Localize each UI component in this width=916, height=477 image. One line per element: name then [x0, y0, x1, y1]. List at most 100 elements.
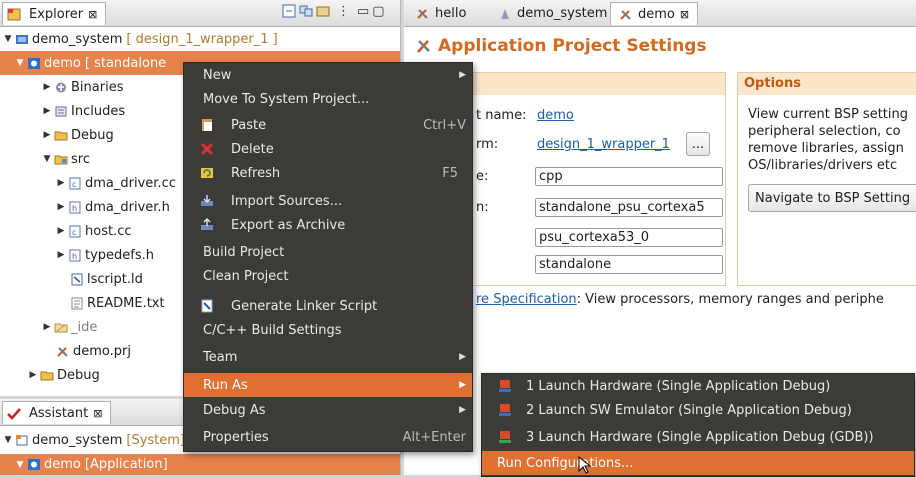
folder-icon — [40, 371, 54, 380]
tab-hello[interactable]: hello — [408, 2, 474, 24]
svg-text:h: h — [72, 204, 77, 213]
launch-hardware-icon — [499, 380, 511, 392]
tree-item-suffix: [Application] — [84, 457, 168, 472]
tab-demo-system[interactable]: demo_system — [490, 2, 615, 24]
minimize-icon[interactable]: ▭ — [357, 4, 369, 19]
menu-item-export-archive[interactable]: Export as Archive — [184, 213, 472, 237]
filter-icon[interactable] — [316, 4, 330, 18]
linker-icon — [201, 299, 213, 313]
options-text-line: View current BSP setting — [748, 107, 908, 122]
menu-item-properties[interactable]: Properties Alt+Enter — [184, 425, 472, 449]
submenu-item-label: 2 Launch SW Emulator (Single Application… — [526, 402, 852, 418]
menu-item-move-to-system-project[interactable]: Move To System Project... — [184, 87, 472, 111]
close-icon[interactable]: ⊠ — [680, 8, 689, 21]
menu-item-shortcut: Alt+Enter — [402, 429, 466, 445]
tree-item-suffix: [ standalone — [84, 55, 167, 71]
cpp-file-icon: c — [69, 177, 81, 189]
menu-item-clean-project[interactable]: Clean Project — [184, 264, 472, 288]
processor-field[interactable]: psu_cortexa53_0 — [535, 228, 723, 247]
hardware-spec-link[interactable]: re Specification — [476, 292, 577, 307]
chevron-down-icon[interactable]: ▼ — [3, 435, 13, 445]
menu-item-build-settings[interactable]: C/C++ Build Settings — [184, 318, 472, 342]
chevron-right-icon[interactable]: ▶ — [56, 178, 66, 188]
project-name-link[interactable]: demo — [537, 108, 574, 123]
submenu-item-run-configurations[interactable]: Run Configurations... — [482, 451, 914, 475]
view-menu-icon[interactable]: ⋮ — [337, 4, 350, 19]
tree-item-label: demo — [44, 457, 81, 472]
collapse-all-icon[interactable] — [282, 4, 296, 18]
menu-item-import-sources[interactable]: Import Sources... — [184, 189, 472, 213]
chevron-right-icon[interactable]: ▶ — [42, 106, 52, 116]
language-field[interactable]: cpp — [535, 167, 723, 186]
header-file-icon: h — [69, 201, 81, 213]
menu-item-team[interactable]: Team ▶ — [184, 345, 472, 369]
chevron-right-icon[interactable]: ▶ — [28, 370, 38, 380]
platform-label: rm: — [476, 137, 499, 152]
project-name-label: t name: — [476, 108, 527, 123]
options-text-line: remove libraries, assign — [748, 141, 904, 156]
tree-item-label: dma_driver.cc — [85, 175, 176, 191]
submenu-arrow-icon: ▶ — [459, 70, 466, 80]
tree-item-demo-system[interactable]: ▼ demo_system [ design_1_wrapper_1 ] — [0, 27, 400, 51]
menu-item-label: Properties — [203, 429, 269, 445]
chevron-right-icon[interactable]: ▶ — [42, 82, 52, 92]
assistant-item-demo[interactable]: ▼ demo [Application] — [0, 454, 400, 475]
menu-item-label: Delete — [231, 141, 274, 157]
close-icon[interactable]: ⊠ — [88, 8, 97, 21]
tab-demo[interactable]: demo ⊠ — [610, 2, 699, 25]
menu-item-new[interactable]: New ▶ — [184, 63, 472, 87]
os-field[interactable]: standalone — [535, 255, 723, 274]
menu-item-build-project[interactable]: Build Project — [184, 240, 472, 264]
tab-label: hello — [435, 5, 467, 21]
tree-item-label: Binaries — [71, 79, 124, 95]
menu-item-debug-as[interactable]: Debug As ▶ — [184, 398, 472, 422]
launch-gdb-icon — [499, 431, 511, 443]
tools-icon — [417, 8, 428, 19]
chevron-down-icon[interactable]: ▼ — [15, 58, 25, 68]
menu-item-refresh[interactable]: Refresh F5 — [184, 161, 472, 185]
close-icon[interactable]: ⊠ — [93, 407, 102, 420]
explorer-tab[interactable]: Explorer ⊠ — [2, 2, 107, 25]
folder-icon — [54, 323, 68, 332]
chevron-right-icon[interactable]: ▶ — [56, 250, 66, 260]
options-description: View current BSP setting peripheral sele… — [748, 106, 908, 174]
tree-item-label: demo_system — [32, 432, 123, 448]
tools-icon — [620, 9, 631, 20]
chevron-right-icon[interactable]: ▶ — [42, 322, 52, 332]
chevron-right-icon[interactable]: ▶ — [42, 130, 52, 140]
source-folder-icon — [54, 155, 68, 164]
submenu-arrow-icon: ▶ — [459, 352, 466, 362]
chevron-right-icon[interactable]: ▶ — [56, 226, 66, 236]
menu-item-run-as[interactable]: Run As ▶ — [184, 373, 472, 397]
language-label: e: — [476, 169, 489, 184]
chevron-down-icon[interactable]: ▼ — [3, 34, 13, 44]
menu-item-generate-linker-script[interactable]: Generate Linker Script — [184, 294, 472, 318]
tools-icon — [57, 346, 68, 357]
menu-item-delete[interactable]: Delete — [184, 137, 472, 161]
menu-item-label: Refresh — [231, 165, 281, 181]
menu-item-label: Export as Archive — [231, 217, 346, 233]
chevron-down-icon[interactable]: ▼ — [42, 154, 52, 164]
menu-item-paste[interactable]: Paste Ctrl+V — [184, 113, 472, 137]
maximize-icon[interactable]: ▢ — [372, 4, 384, 19]
submenu-item-launch-hardware-gdb[interactable]: 3 Launch Hardware (Single Application De… — [482, 425, 914, 449]
menu-item-label: Import Sources... — [231, 193, 343, 209]
browse-platform-button[interactable]: ... — [686, 132, 710, 156]
svg-text:h: h — [72, 252, 77, 261]
chevron-down-icon[interactable]: ▼ — [15, 460, 25, 470]
domain-field[interactable]: standalone_psu_cortexa5 — [535, 198, 723, 217]
system-icon — [16, 434, 28, 445]
navigate-bsp-settings-button[interactable]: Navigate to BSP Setting — [748, 184, 916, 212]
svg-text:c: c — [72, 180, 76, 189]
submenu-item-launch-hardware[interactable]: 1 Launch Hardware (Single Application De… — [482, 374, 914, 398]
cpp-file-icon: c — [69, 225, 81, 237]
platform-link[interactable]: design_1_wrapper_1 — [537, 137, 670, 152]
assistant-tab[interactable]: Assistant ⊠ — [2, 401, 112, 424]
launch-emulator-icon — [499, 404, 511, 416]
submenu-item-launch-sw-emulator[interactable]: 2 Launch SW Emulator (Single Application… — [482, 398, 914, 422]
link-editor-icon[interactable] — [299, 4, 313, 18]
tree-item-label: _ide — [71, 319, 98, 335]
submenu-arrow-icon: ▶ — [459, 405, 466, 415]
chevron-right-icon[interactable]: ▶ — [56, 202, 66, 212]
menu-item-label: Run As — [203, 377, 248, 393]
